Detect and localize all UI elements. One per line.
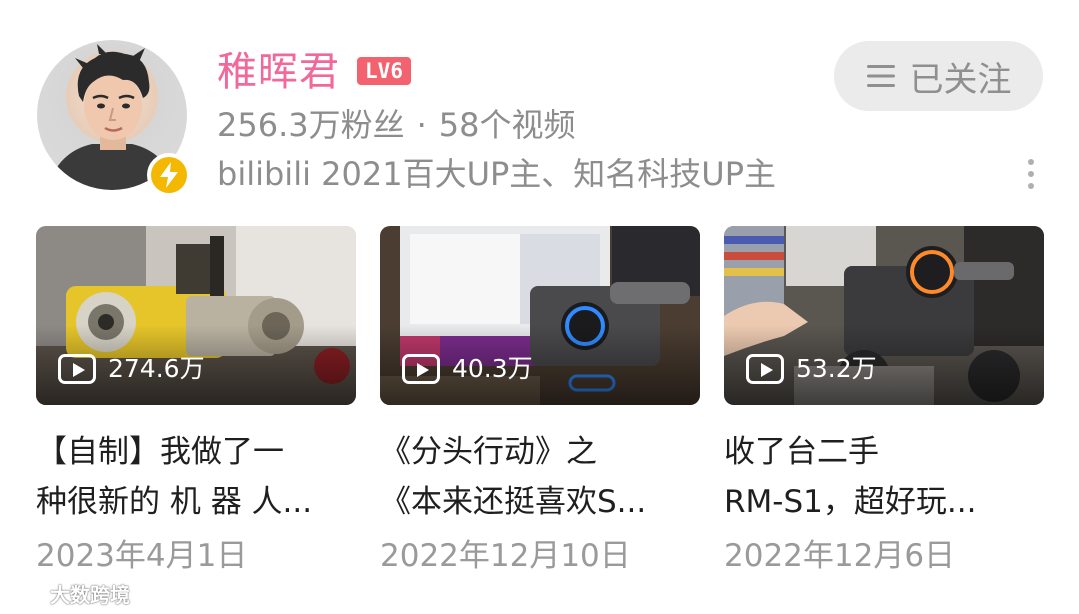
view-count-label: 53.2万 — [796, 354, 877, 383]
video-thumbnail[interactable]: 53.2万 — [724, 226, 1044, 405]
video-thumbnail[interactable]: 40.3万 — [380, 226, 700, 405]
profile-bio: bilibili 2021百大UP主、知名科技UP主 — [217, 155, 777, 193]
video-date: 2022年12月10日 — [380, 538, 631, 574]
up-profile-page: 稚晖君 LV6 256.3万粉丝 · 58个视频 bilibili 2021百大UP… — [0, 0, 1079, 614]
video-title[interactable]: 收了台二手 RM-S1，超好玩... — [724, 427, 1044, 527]
profile-stats: 256.3万粉丝 · 58个视频 — [217, 103, 576, 147]
stats-separator: · — [416, 106, 427, 144]
video-title-line: 《本来还挺喜欢S... — [380, 484, 647, 520]
video-title-line: 收了台二手 — [724, 434, 879, 470]
view-count-label: 40.3万 — [452, 354, 533, 383]
menu-icon — [866, 65, 895, 87]
play-icon — [402, 354, 440, 384]
followed-button[interactable]: 已关注 — [834, 41, 1043, 111]
video-card[interactable]: 53.2万 收了台二手 RM-S1，超好玩... 2022年12月6日 — [724, 226, 1044, 577]
watermark: 大数跨境 — [6, 578, 130, 608]
video-title-line: 种很新的 机 器 人... — [36, 484, 313, 520]
username[interactable]: 稚晖君 — [217, 46, 340, 98]
verified-badge — [147, 153, 191, 197]
level-badge: LV6 — [357, 57, 411, 85]
play-icon — [58, 354, 96, 384]
view-count: 53.2万 — [746, 353, 877, 385]
video-title[interactable]: 《分头行动》之 《本来还挺喜欢S... — [380, 427, 700, 527]
view-count-label: 274.6万 — [108, 354, 205, 383]
watermark-logo-icon — [6, 584, 45, 604]
watermark-text: 大数跨境 — [50, 582, 130, 607]
video-count: 58个视频 — [438, 106, 576, 144]
play-icon — [746, 354, 784, 384]
avatar[interactable] — [37, 40, 191, 197]
video-title-line: 《分头行动》之 — [380, 434, 597, 470]
video-card[interactable]: 274.6万 【自制】我做了一 种很新的 机 器 人... 2023年4月1日 — [36, 226, 356, 577]
lightning-icon — [160, 162, 178, 188]
followed-button-label: 已关注 — [909, 59, 1012, 100]
video-title-line: RM-S1，超好玩... — [724, 484, 977, 520]
video-card[interactable]: 40.3万 《分头行动》之 《本来还挺喜欢S... 2022年12月10日 — [380, 226, 700, 577]
view-count: 40.3万 — [402, 353, 533, 385]
video-thumbnail[interactable]: 274.6万 — [36, 226, 356, 405]
video-title-line: 【自制】我做了一 — [36, 434, 284, 470]
follower-count: 256.3万粉丝 — [217, 106, 405, 144]
more-vertical-icon[interactable] — [1019, 152, 1043, 196]
video-date: 2022年12月6日 — [724, 538, 956, 574]
video-date: 2023年4月1日 — [36, 538, 248, 574]
video-title[interactable]: 【自制】我做了一 种很新的 机 器 人... — [36, 427, 356, 527]
view-count: 274.6万 — [58, 353, 205, 385]
